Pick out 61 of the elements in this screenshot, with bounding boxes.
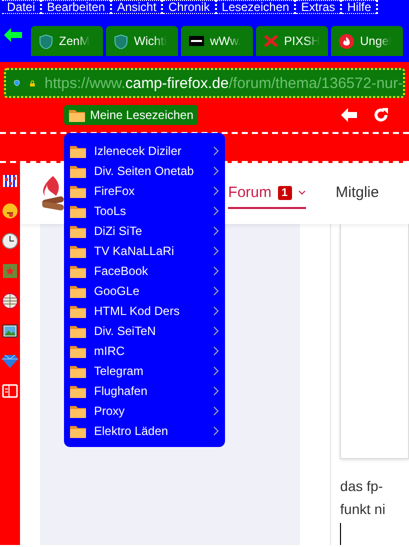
folder-icon xyxy=(70,144,86,158)
folder-icon xyxy=(70,224,86,238)
bookmark-folder[interactable]: FireFox xyxy=(64,181,225,201)
post-text: funkt ni xyxy=(340,500,386,519)
folder-icon xyxy=(70,184,86,198)
bookmark-folder[interactable]: GooGLe xyxy=(64,281,225,301)
bookmark-folder[interactable]: TV KaNaLLaRi xyxy=(64,241,225,261)
browser-tab[interactable]: Ungel xyxy=(331,26,403,56)
bookmark-folder[interactable]: TooLs xyxy=(64,201,225,221)
browser-tab[interactable]: ZenM xyxy=(31,26,103,56)
bookmark-folder[interactable]: mIRC xyxy=(64,341,225,361)
bookmark-folder[interactable]: Telegram xyxy=(64,361,225,381)
back-arrow-icon[interactable] xyxy=(341,108,357,122)
folder-icon xyxy=(70,284,86,298)
bookmark-folder[interactable]: Div. SeiTeN xyxy=(64,321,225,341)
bookmark-folder[interactable]: Elektro Läden xyxy=(64,421,225,441)
back-arrow-icon[interactable] xyxy=(4,28,22,42)
browser-tab[interactable]: Wichti xyxy=(106,26,178,56)
bookmarks-button[interactable]: Meine Lesezeichen xyxy=(64,105,198,125)
folder-icon xyxy=(70,204,86,218)
bookmark-folder[interactable]: Div. Seiten Onetab xyxy=(64,161,225,181)
folder-icon xyxy=(70,244,86,258)
folder-icon xyxy=(70,404,86,418)
folder-icon xyxy=(70,384,86,398)
bookmark-folder[interactable]: FaceBook xyxy=(64,261,225,281)
notification-badge: 1 xyxy=(278,186,292,200)
equalizer-icon[interactable] xyxy=(2,173,18,189)
text-cursor xyxy=(340,523,342,545)
star-flag-icon[interactable] xyxy=(2,263,18,279)
clock-icon[interactable] xyxy=(2,233,18,249)
image-icon[interactable] xyxy=(2,323,18,339)
chevron-icon xyxy=(298,190,306,195)
folder-icon xyxy=(70,344,86,358)
bookmark-folder[interactable]: HTML Kod Ders xyxy=(64,301,225,321)
folder-icon xyxy=(70,324,86,338)
browser-tab[interactable]: PIXSH xyxy=(256,26,328,56)
shield-icon xyxy=(39,34,53,48)
bookmark-folder[interactable]: DiZi SiTe xyxy=(64,221,225,241)
bookmark-folder[interactable]: Proxy xyxy=(64,401,225,421)
sidebar-icon[interactable] xyxy=(2,383,18,399)
folder-icon xyxy=(70,304,86,318)
site-logo-icon xyxy=(189,36,204,46)
diamond-icon[interactable] xyxy=(2,353,18,369)
nav-link[interactable]: Forum 1 xyxy=(228,178,306,209)
bookmark-folder[interactable]: Izlenecek Diziler xyxy=(64,141,225,161)
folder-icon xyxy=(70,364,86,378)
bookmark-folder[interactable]: Flughafen xyxy=(64,381,225,401)
x-icon xyxy=(264,35,278,47)
folder-icon xyxy=(70,164,86,178)
nav-link[interactable]: Mitglie xyxy=(336,178,379,209)
emoji-icon[interactable] xyxy=(2,203,18,219)
flame-icon xyxy=(339,34,354,48)
folder-icon xyxy=(70,424,86,438)
globe-icon[interactable] xyxy=(2,293,18,309)
reload-icon[interactable] xyxy=(373,107,389,123)
folder-icon xyxy=(70,264,86,278)
folder-icon xyxy=(69,108,85,122)
shield-icon xyxy=(114,34,128,48)
post-text: das fp- xyxy=(340,477,384,496)
flame-logo-icon xyxy=(40,176,66,212)
browser-tab[interactable]: wWw. xyxy=(181,26,253,56)
